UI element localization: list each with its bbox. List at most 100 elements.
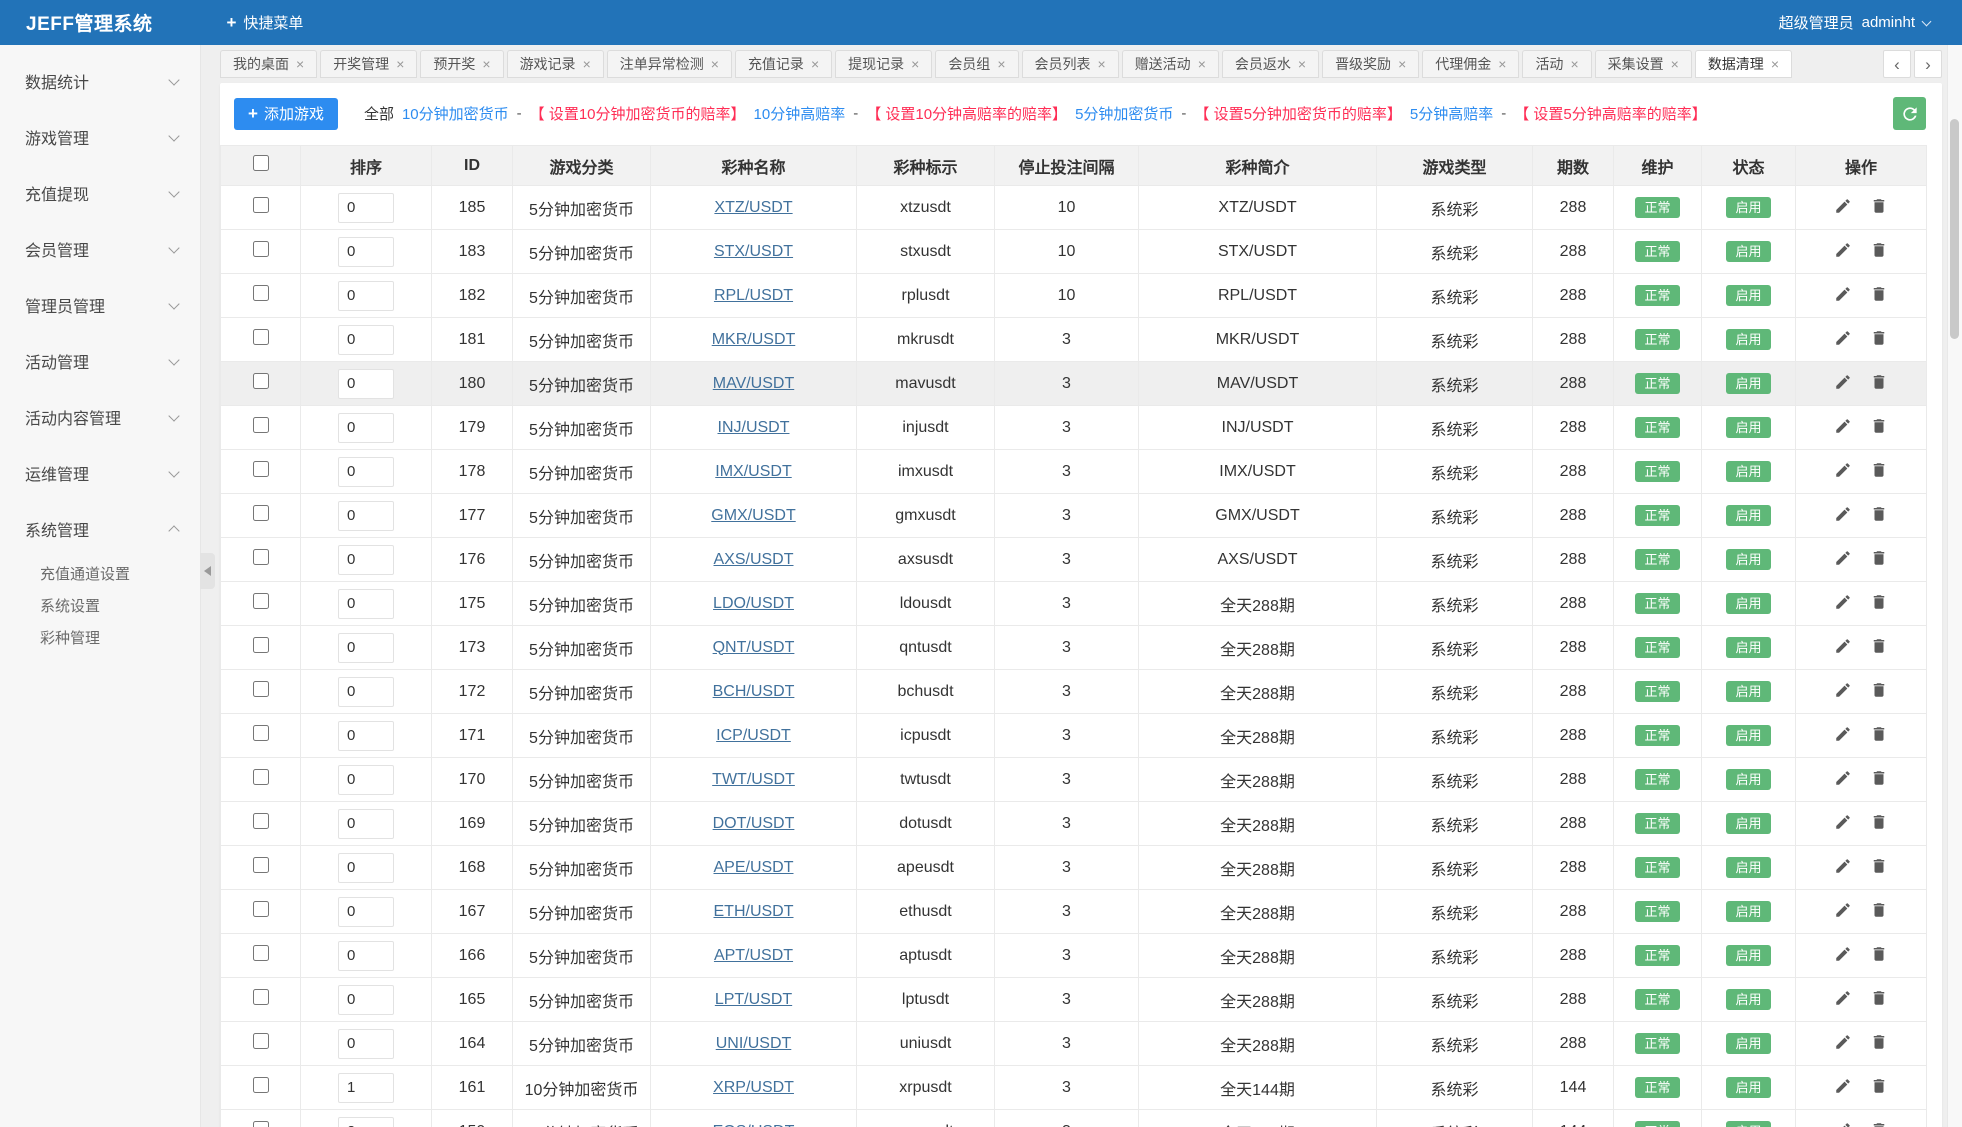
tab[interactable]: 游戏记录 ×	[506, 50, 604, 78]
maintain-badge[interactable]: 正常	[1635, 417, 1680, 438]
delete-button[interactable]	[1870, 505, 1888, 526]
sort-input[interactable]	[338, 324, 394, 355]
filter-link[interactable]: -	[1181, 105, 1186, 122]
status-badge[interactable]: 启用	[1726, 681, 1771, 702]
sort-input[interactable]	[338, 368, 394, 399]
row-checkbox[interactable]	[252, 1121, 269, 1127]
edit-button[interactable]	[1834, 1077, 1852, 1098]
sidebar-subitem[interactable]: 充值通道设置	[0, 557, 200, 589]
maintain-badge[interactable]: 正常	[1635, 857, 1680, 878]
tab[interactable]: 会员列表 ×	[1021, 50, 1119, 78]
game-name-link[interactable]: GMX/USDT	[711, 507, 795, 524]
delete-button[interactable]	[1870, 725, 1888, 746]
row-checkbox[interactable]	[252, 549, 269, 565]
edit-button[interactable]	[1834, 373, 1852, 394]
edit-button[interactable]	[1834, 901, 1852, 922]
status-badge[interactable]: 启用	[1726, 241, 1771, 262]
status-badge[interactable]: 启用	[1726, 461, 1771, 482]
maintain-badge[interactable]: 正常	[1635, 945, 1680, 966]
tabs-scroll-left-button[interactable]: ‹	[1883, 50, 1911, 78]
filter-link[interactable]: 10分钟高赔率	[754, 103, 846, 124]
game-name-link[interactable]: UNI/USDT	[716, 1035, 792, 1052]
delete-button[interactable]	[1870, 857, 1888, 878]
maintain-badge[interactable]: 正常	[1635, 505, 1680, 526]
delete-button[interactable]	[1870, 285, 1888, 306]
game-name-link[interactable]: ICP/USDT	[716, 727, 791, 744]
sort-input[interactable]	[338, 632, 394, 663]
tab-close-icon[interactable]: ×	[997, 57, 1005, 71]
game-name-link[interactable]: RPL/USDT	[714, 287, 793, 304]
sort-input[interactable]	[338, 896, 394, 927]
edit-button[interactable]	[1834, 1121, 1852, 1127]
tab[interactable]: 赠送活动 ×	[1121, 50, 1219, 78]
row-checkbox[interactable]	[252, 945, 269, 961]
tab-close-icon[interactable]: ×	[1671, 57, 1679, 71]
sidebar-subitem[interactable]: 系统设置	[0, 589, 200, 621]
edit-button[interactable]	[1834, 945, 1852, 966]
tab-close-icon[interactable]: ×	[1771, 57, 1779, 71]
tab[interactable]: 会员组 ×	[935, 50, 1019, 78]
row-checkbox[interactable]	[252, 989, 269, 1005]
game-name-link[interactable]: APE/USDT	[713, 859, 793, 876]
tab[interactable]: 采集设置 ×	[1594, 50, 1692, 78]
tab[interactable]: 提现记录 ×	[835, 50, 933, 78]
row-checkbox[interactable]	[252, 593, 269, 609]
status-badge[interactable]: 启用	[1726, 901, 1771, 922]
row-checkbox[interactable]	[252, 1033, 269, 1049]
row-checkbox[interactable]	[252, 813, 269, 829]
status-badge[interactable]: 启用	[1726, 593, 1771, 614]
maintain-badge[interactable]: 正常	[1635, 1033, 1680, 1054]
maintain-badge[interactable]: 正常	[1635, 989, 1680, 1010]
status-badge[interactable]: 启用	[1726, 769, 1771, 790]
delete-button[interactable]	[1870, 1121, 1888, 1127]
delete-button[interactable]	[1870, 417, 1888, 438]
sort-input[interactable]	[338, 456, 394, 487]
sort-input[interactable]	[338, 544, 394, 575]
maintain-badge[interactable]: 正常	[1635, 769, 1680, 790]
delete-button[interactable]	[1870, 549, 1888, 570]
delete-button[interactable]	[1870, 461, 1888, 482]
game-name-link[interactable]: IMX/USDT	[715, 463, 791, 480]
row-checkbox[interactable]	[252, 901, 269, 917]
game-name-link[interactable]: QNT/USDT	[713, 639, 795, 656]
brand-logo[interactable]: JEFF管理系统	[26, 9, 152, 36]
maintain-badge[interactable]: 正常	[1635, 197, 1680, 218]
delete-button[interactable]	[1870, 1033, 1888, 1054]
tab[interactable]: 注单异常检测 ×	[606, 50, 732, 78]
edit-button[interactable]	[1834, 285, 1852, 306]
status-badge[interactable]: 启用	[1726, 285, 1771, 306]
row-checkbox[interactable]	[252, 417, 269, 433]
tab-close-icon[interactable]: ×	[1198, 57, 1206, 71]
maintain-badge[interactable]: 正常	[1635, 681, 1680, 702]
maintain-badge[interactable]: 正常	[1635, 549, 1680, 570]
sidebar-item[interactable]: 活动管理	[0, 333, 200, 389]
edit-button[interactable]	[1834, 329, 1852, 350]
quick-menu-button[interactable]: + 快捷菜单	[214, 0, 315, 45]
sidebar-item[interactable]: 数据统计	[0, 53, 200, 109]
status-badge[interactable]: 启用	[1726, 813, 1771, 834]
game-name-link[interactable]: XRP/USDT	[713, 1079, 794, 1096]
maintain-badge[interactable]: 正常	[1635, 461, 1680, 482]
sort-input[interactable]	[338, 412, 394, 443]
filter-link[interactable]: 【 设置10分钟加密货币的赔率】	[530, 103, 746, 124]
tab[interactable]: 开奖管理 ×	[320, 50, 418, 78]
tabs-scroll-right-button[interactable]: ›	[1914, 50, 1942, 78]
row-checkbox[interactable]	[252, 857, 269, 873]
delete-button[interactable]	[1870, 593, 1888, 614]
edit-button[interactable]	[1834, 1033, 1852, 1054]
tab-close-icon[interactable]: ×	[811, 57, 819, 71]
tab-close-icon[interactable]: ×	[583, 57, 591, 71]
delete-button[interactable]	[1870, 1077, 1888, 1098]
maintain-badge[interactable]: 正常	[1635, 329, 1680, 350]
game-name-link[interactable]: EOS/USDT	[713, 1123, 795, 1127]
sidebar-item[interactable]: 充值提现	[0, 165, 200, 221]
game-name-link[interactable]: LDO/USDT	[713, 595, 794, 612]
sort-input[interactable]	[338, 852, 394, 883]
filter-link[interactable]: -	[853, 105, 858, 122]
sort-input[interactable]	[338, 1072, 394, 1103]
delete-button[interactable]	[1870, 813, 1888, 834]
edit-button[interactable]	[1834, 637, 1852, 658]
tab[interactable]: 预开奖 ×	[420, 50, 504, 78]
sidebar-item[interactable]: 系统管理	[0, 501, 200, 557]
tab-close-icon[interactable]: ×	[396, 57, 404, 71]
